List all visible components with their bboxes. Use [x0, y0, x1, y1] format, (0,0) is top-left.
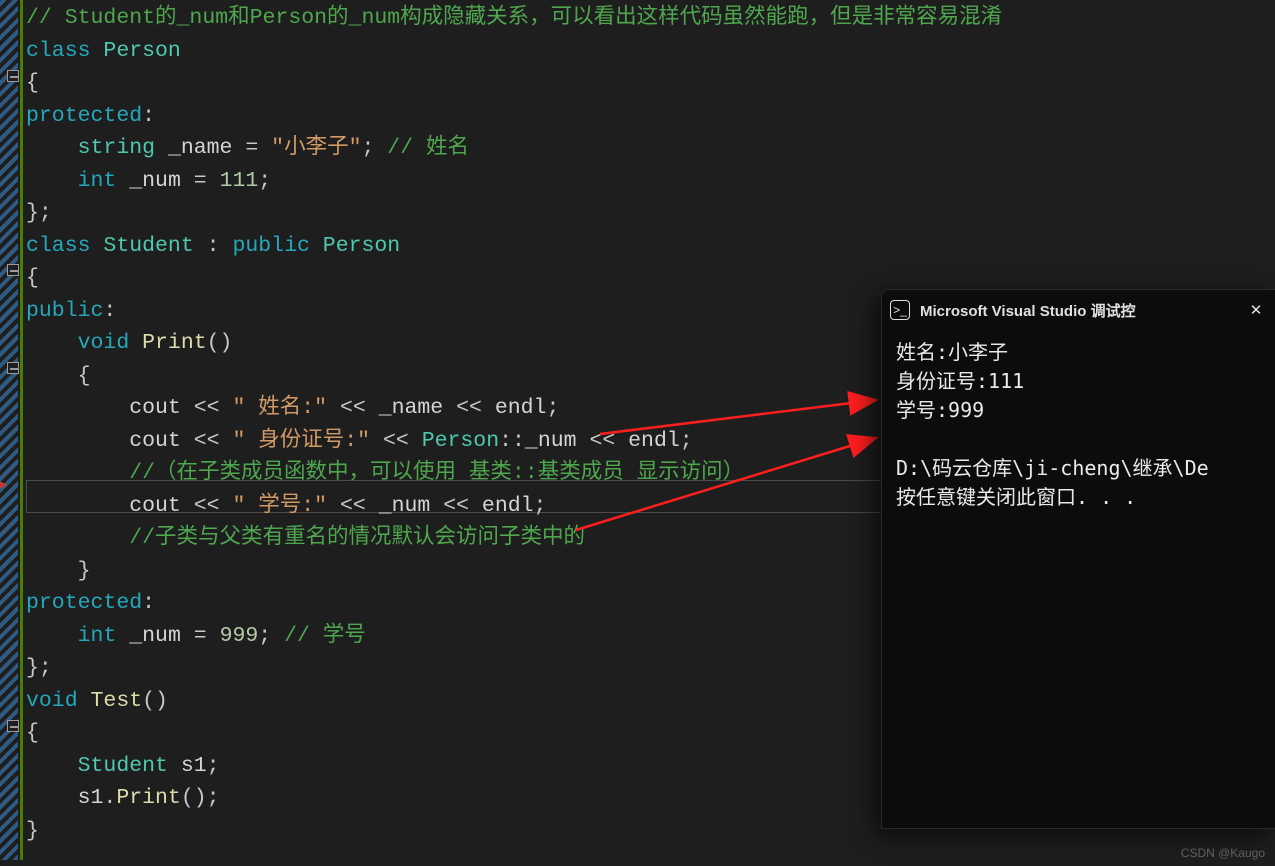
fold-toggle-icon[interactable]	[7, 264, 19, 276]
console-output: 姓名:小李子 身份证号:111 学号:999 D:\码云仓库\ji-cheng\…	[882, 330, 1275, 520]
code-text[interactable]: // Student的_num和Person的_num构成隐藏关系，可以看出这样…	[26, 2, 1002, 847]
comment: // Student的_num和Person的_num构成隐藏关系，可以看出这样…	[26, 6, 1002, 30]
fold-toggle-icon[interactable]	[7, 720, 19, 732]
console-titlebar[interactable]: >_ Microsoft Visual Studio 调试控 ✕	[882, 290, 1275, 330]
change-bar	[20, 258, 23, 860]
fold-toggle-icon[interactable]	[7, 70, 19, 82]
debug-console-window[interactable]: >_ Microsoft Visual Studio 调试控 ✕ 姓名:小李子 …	[881, 289, 1275, 829]
terminal-icon: >_	[890, 300, 910, 320]
breakpoint-indicator[interactable]: ▶	[0, 469, 7, 502]
close-icon[interactable]: ✕	[1245, 301, 1267, 319]
watermark-text: CSDN @Kaugo	[1181, 846, 1265, 860]
console-title-text: Microsoft Visual Studio 调试控	[920, 300, 1136, 321]
fold-toggle-icon[interactable]	[7, 362, 19, 374]
change-bar	[20, 0, 23, 260]
